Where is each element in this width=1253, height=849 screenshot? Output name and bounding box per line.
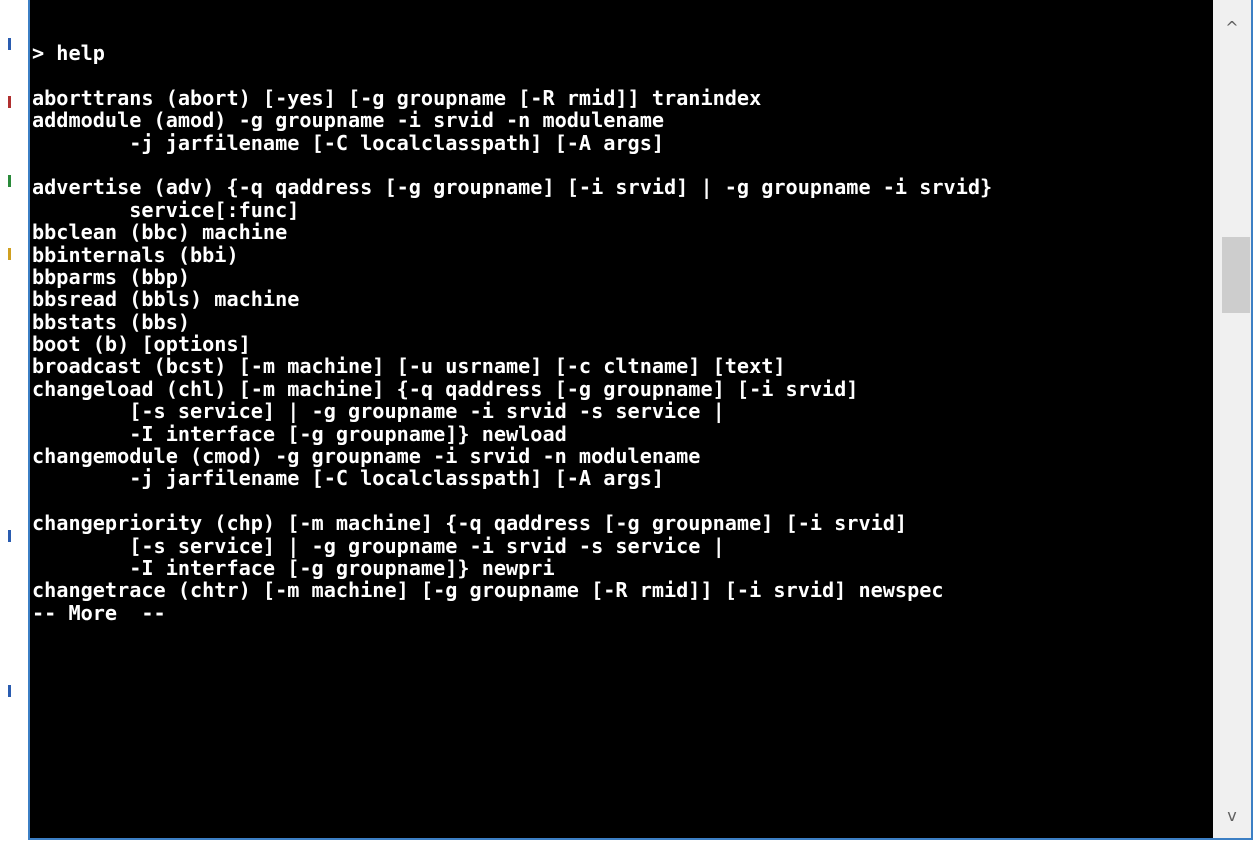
console-line: -- More -- (32, 600, 166, 625)
console-line: -I interface [-g groupname]} newload (32, 421, 567, 446)
edge-mark (8, 175, 11, 187)
console-line: changetrace (chtr) [-m machine] [-g grou… (32, 578, 944, 603)
edge-mark (8, 38, 11, 50)
scrollbar-thumb[interactable] (1222, 237, 1250, 313)
chevron-up-icon[interactable]: ^ (1213, 8, 1251, 46)
console-line: bbparms (bbp) (32, 264, 191, 289)
console-line: [-s service] | -g groupname -i srvid -s … (32, 399, 725, 424)
edge-mark (8, 530, 11, 542)
console-line: [-s service] | -g groupname -i srvid -s … (32, 533, 725, 558)
console-line: changemodule (cmod) -g groupname -i srvi… (32, 444, 701, 469)
console-line: changeload (chl) [-m machine] {-q qaddre… (32, 376, 859, 401)
console-line: changepriority (chp) [-m machine] {-q qa… (32, 511, 908, 536)
console-line: service[:func] (32, 197, 300, 222)
console-line: -j jarfilename [-C localclasspath] [-A a… (32, 466, 665, 491)
console-line: broadcast (bcst) [-m machine] [-u usrnam… (32, 354, 786, 379)
edge-mark (8, 685, 11, 697)
vertical-scrollbar[interactable]: ^ v (1213, 0, 1251, 838)
console-line: bbsread (bbls) machine (32, 287, 300, 312)
console-window: > help aborttrans (abort) [-yes] [-g gro… (28, 0, 1253, 840)
console-line: addmodule (amod) -g groupname -i srvid -… (32, 108, 665, 133)
console-line: -j jarfilename [-C localclasspath] [-A a… (32, 130, 665, 155)
console-line: advertise (adv) {-q qaddress [-g groupna… (32, 175, 993, 200)
console-output-area[interactable]: > help aborttrans (abort) [-yes] [-g gro… (30, 0, 1213, 838)
edge-mark (8, 96, 11, 108)
console-line: > help (32, 41, 105, 65)
console-line: bbclean (bbc) machine (32, 220, 288, 245)
console-line: aborttrans (abort) [-yes] [-g groupname … (32, 85, 762, 110)
console-line: boot (b) [options] (32, 332, 251, 357)
console-line: bbstats (bbs) (32, 309, 191, 334)
console-output: > help aborttrans (abort) [-yes] [-g gro… (32, 41, 993, 625)
background-edge (0, 0, 28, 849)
console-line: -I interface [-g groupname]} newpri (32, 555, 555, 580)
edge-mark (8, 248, 11, 260)
console-line: bbinternals (bbi) (32, 242, 239, 267)
chevron-down-icon[interactable]: v (1213, 796, 1251, 834)
